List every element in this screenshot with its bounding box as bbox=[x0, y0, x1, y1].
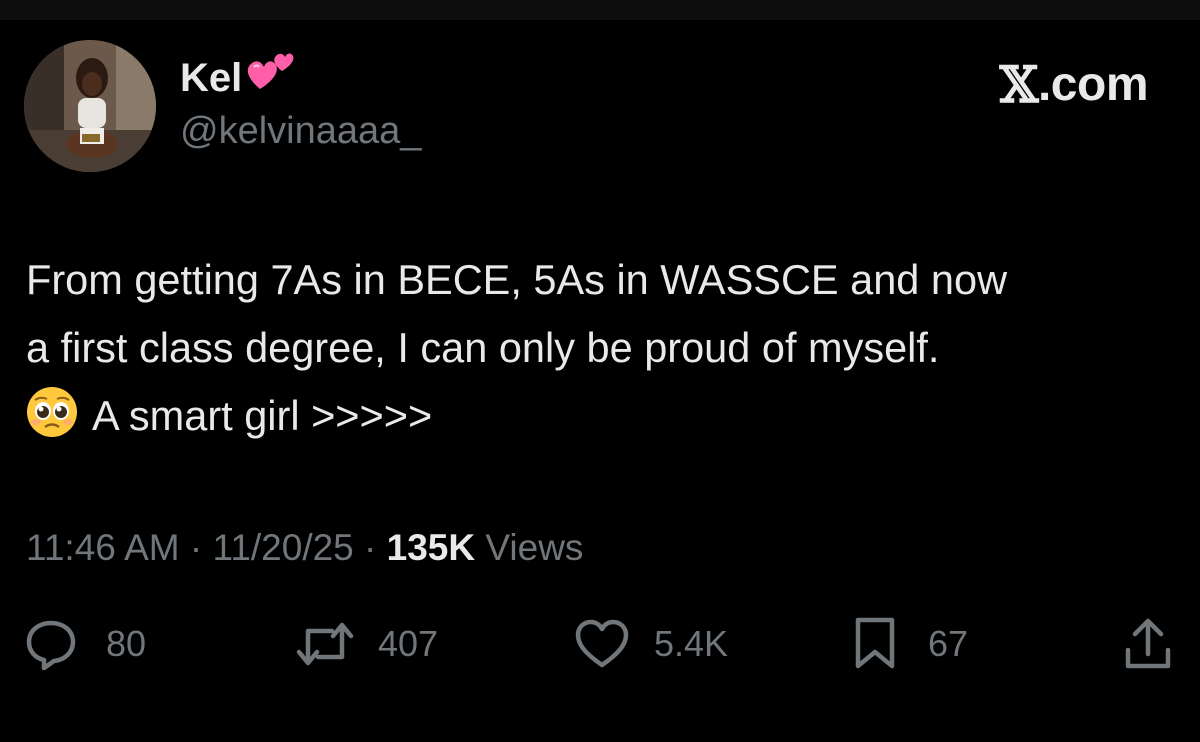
views-label: Views bbox=[475, 527, 584, 568]
like-count: 5.4K bbox=[654, 623, 729, 664]
tweet-date[interactable]: 11/20/25 bbox=[212, 527, 353, 568]
reply-button[interactable]: 80 bbox=[24, 612, 146, 676]
action-bar: 80 407 5.4K 67 bbox=[0, 612, 1200, 676]
display-name[interactable]: Kel bbox=[180, 52, 296, 100]
display-name-text: Kel bbox=[180, 56, 243, 100]
bookmark-count: 67 bbox=[928, 623, 969, 664]
reply-count: 80 bbox=[106, 623, 147, 664]
tweet-line-1: From getting 7As in BECE, 5As in WASSCE … bbox=[26, 256, 1008, 303]
bookmark-button[interactable]: 67 bbox=[852, 612, 968, 676]
x-logo-icon: 𝕏 bbox=[999, 55, 1039, 114]
tweet-meta: 11:46 AM · 11/20/25 · 135K Views bbox=[26, 526, 583, 570]
share-button[interactable] bbox=[1122, 612, 1174, 676]
avatar-photo-icon bbox=[24, 40, 156, 172]
heart-icon bbox=[574, 618, 630, 670]
meta-separator-1: · bbox=[179, 527, 213, 568]
reply-icon bbox=[24, 617, 78, 671]
share-icon bbox=[1122, 616, 1174, 672]
user-handle[interactable]: @kelvinaaaa_ bbox=[180, 112, 421, 150]
meta-separator-2: · bbox=[353, 527, 387, 568]
tweet-line-3: A smart girl >>>>> bbox=[26, 382, 1186, 458]
repost-icon bbox=[294, 617, 356, 671]
tweet-text: From getting 7As in BECE, 5As in WASSCE … bbox=[26, 246, 1186, 458]
avatar[interactable] bbox=[24, 40, 156, 172]
top-edge-strip bbox=[0, 0, 1200, 20]
repost-button[interactable]: 407 bbox=[294, 612, 438, 676]
like-button[interactable]: 5.4K bbox=[574, 612, 728, 676]
views-count: 135K bbox=[386, 527, 476, 568]
bookmark-icon bbox=[852, 616, 898, 672]
tweet-line-3-text: A smart girl >>>>> bbox=[92, 392, 433, 439]
x-com-brand: 𝕏 .com bbox=[999, 55, 1149, 114]
repost-count: 407 bbox=[378, 623, 439, 664]
tweet-time[interactable]: 11:46 AM bbox=[26, 527, 180, 568]
pleading-face-icon bbox=[26, 386, 78, 458]
brand-suffix: .com bbox=[1037, 58, 1149, 111]
tweet-line-2: a first class degree, I can only be prou… bbox=[26, 324, 940, 371]
two-hearts-icon bbox=[246, 49, 296, 98]
